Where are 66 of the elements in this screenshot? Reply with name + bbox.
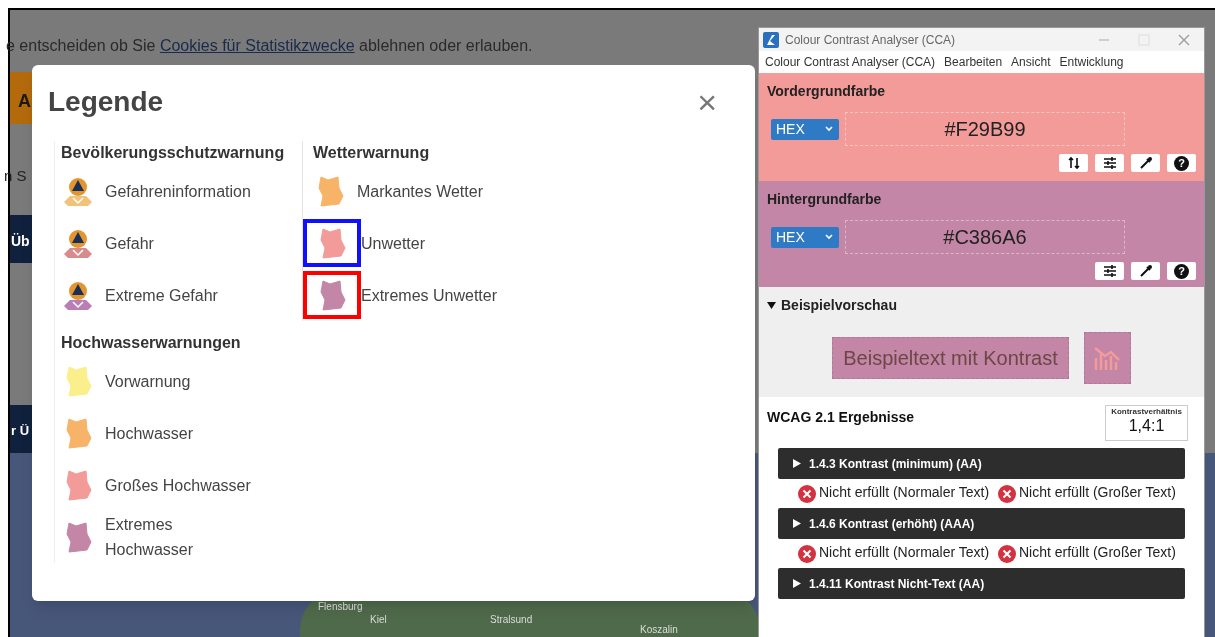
fail-icon xyxy=(798,545,816,563)
format-dropdown[interactable]: HEX xyxy=(771,226,839,248)
window-title: Colour Contrast Analyser (CCA) xyxy=(785,31,957,49)
format-dropdown[interactable]: HEX xyxy=(771,118,839,140)
menu-item[interactable]: Entwicklung xyxy=(1059,53,1124,71)
legend-label: Extreme Gefahr xyxy=(105,285,218,306)
legend-label: Vorwarnung xyxy=(105,371,191,392)
map-label: Koszalin xyxy=(640,624,678,635)
outcome-text: Nicht erfüllt (Großer Text) xyxy=(1019,545,1176,560)
page-text-fragment: Üb xyxy=(11,232,30,251)
menu-item[interactable]: Ansicht xyxy=(1011,53,1051,71)
help-button[interactable]: ? xyxy=(1167,262,1196,280)
sliders-icon xyxy=(1101,263,1118,279)
sliders-button[interactable] xyxy=(1095,262,1124,280)
section-heading: Beispielvorschau xyxy=(781,296,897,315)
legend-label: Markantes Wetter xyxy=(357,181,483,202)
outcome-text: Nicht erfüllt (Normaler Text) xyxy=(819,485,990,500)
section-heading: Hintergrundfarbe xyxy=(767,190,883,209)
caret-right-icon xyxy=(793,459,801,468)
sliders-button[interactable] xyxy=(1095,154,1124,172)
legend-label: Gefahreninformation xyxy=(105,181,251,202)
menu-item[interactable]: Bearbeiten xyxy=(944,53,1003,71)
criterion-header[interactable]: 1.4.3 Kontrast (minimum) (AA) xyxy=(778,448,1185,479)
ratio-label: Kontrastverhältnis xyxy=(1111,406,1182,418)
legend-label: Großes Hochwasser xyxy=(105,475,251,496)
legend-label: Hochwasser xyxy=(105,423,194,444)
criterion-header[interactable]: 1.4.6 Kontrast (erhöht) (AAA) xyxy=(778,508,1185,539)
outcome-text: Nicht erfüllt (Großer Text) xyxy=(1019,485,1176,500)
help-button[interactable]: ? xyxy=(1167,154,1196,172)
legend-label: Extremes Hochwasser xyxy=(105,515,195,560)
cookie-notice: e entscheiden ob Sie Cookies für Statistikzwecke ablehnen oder erlauben. xyxy=(6,36,533,56)
chart-icon xyxy=(1093,344,1122,372)
menu-item[interactable]: Colour Contrast Analyser (CCA) xyxy=(765,53,936,71)
section-heading: Vordergrundfarbe xyxy=(767,82,886,101)
page-text-fragment: n S xyxy=(4,166,27,186)
section-heading: Bevölkerungsschutzwarnung xyxy=(61,143,286,163)
map-label: Flensburg xyxy=(318,601,363,612)
section-heading: Wetterwarnung xyxy=(313,143,431,163)
outcome-text: Nicht erfüllt (Normaler Text) xyxy=(819,545,990,560)
results-heading: WCAG 2.1 Ergebnisse xyxy=(767,408,915,427)
legend-label: Gefahr xyxy=(105,233,154,254)
app-logo-icon xyxy=(763,31,779,48)
legend-label: Unwetter xyxy=(361,233,426,254)
close-icon xyxy=(1178,33,1190,46)
eyedropper-button[interactable] xyxy=(1131,154,1160,172)
page-text-fragment: A xyxy=(18,90,31,113)
fail-icon xyxy=(998,485,1016,503)
criterion-header[interactable]: 1.4.11 Kontrast Nicht-Text (AA) xyxy=(778,568,1185,599)
map-label: Kiel xyxy=(370,614,387,625)
fail-icon xyxy=(798,485,816,503)
caret-right-icon xyxy=(793,579,801,588)
sliders-icon xyxy=(1101,155,1118,171)
eyedropper-button[interactable] xyxy=(1131,262,1160,280)
chevron-down-icon xyxy=(824,125,834,133)
map-label: Stralsund xyxy=(490,614,533,625)
page-text-fragment: r Ü xyxy=(11,422,30,440)
caret-right-icon xyxy=(793,519,801,528)
section-heading: Hochwasserwarnungen xyxy=(61,333,242,353)
sample-text: Beispieltext mit Kontrast xyxy=(832,337,1069,379)
swap-button[interactable] xyxy=(1059,154,1088,172)
fail-icon xyxy=(998,545,1016,563)
chevron-down-icon xyxy=(824,233,834,241)
ratio-value: 1,4:1 xyxy=(1128,418,1165,434)
legend-title: Legende xyxy=(48,85,164,119)
close-button[interactable]: × xyxy=(697,85,717,119)
legend-label: Extremes Unwetter xyxy=(361,285,498,306)
